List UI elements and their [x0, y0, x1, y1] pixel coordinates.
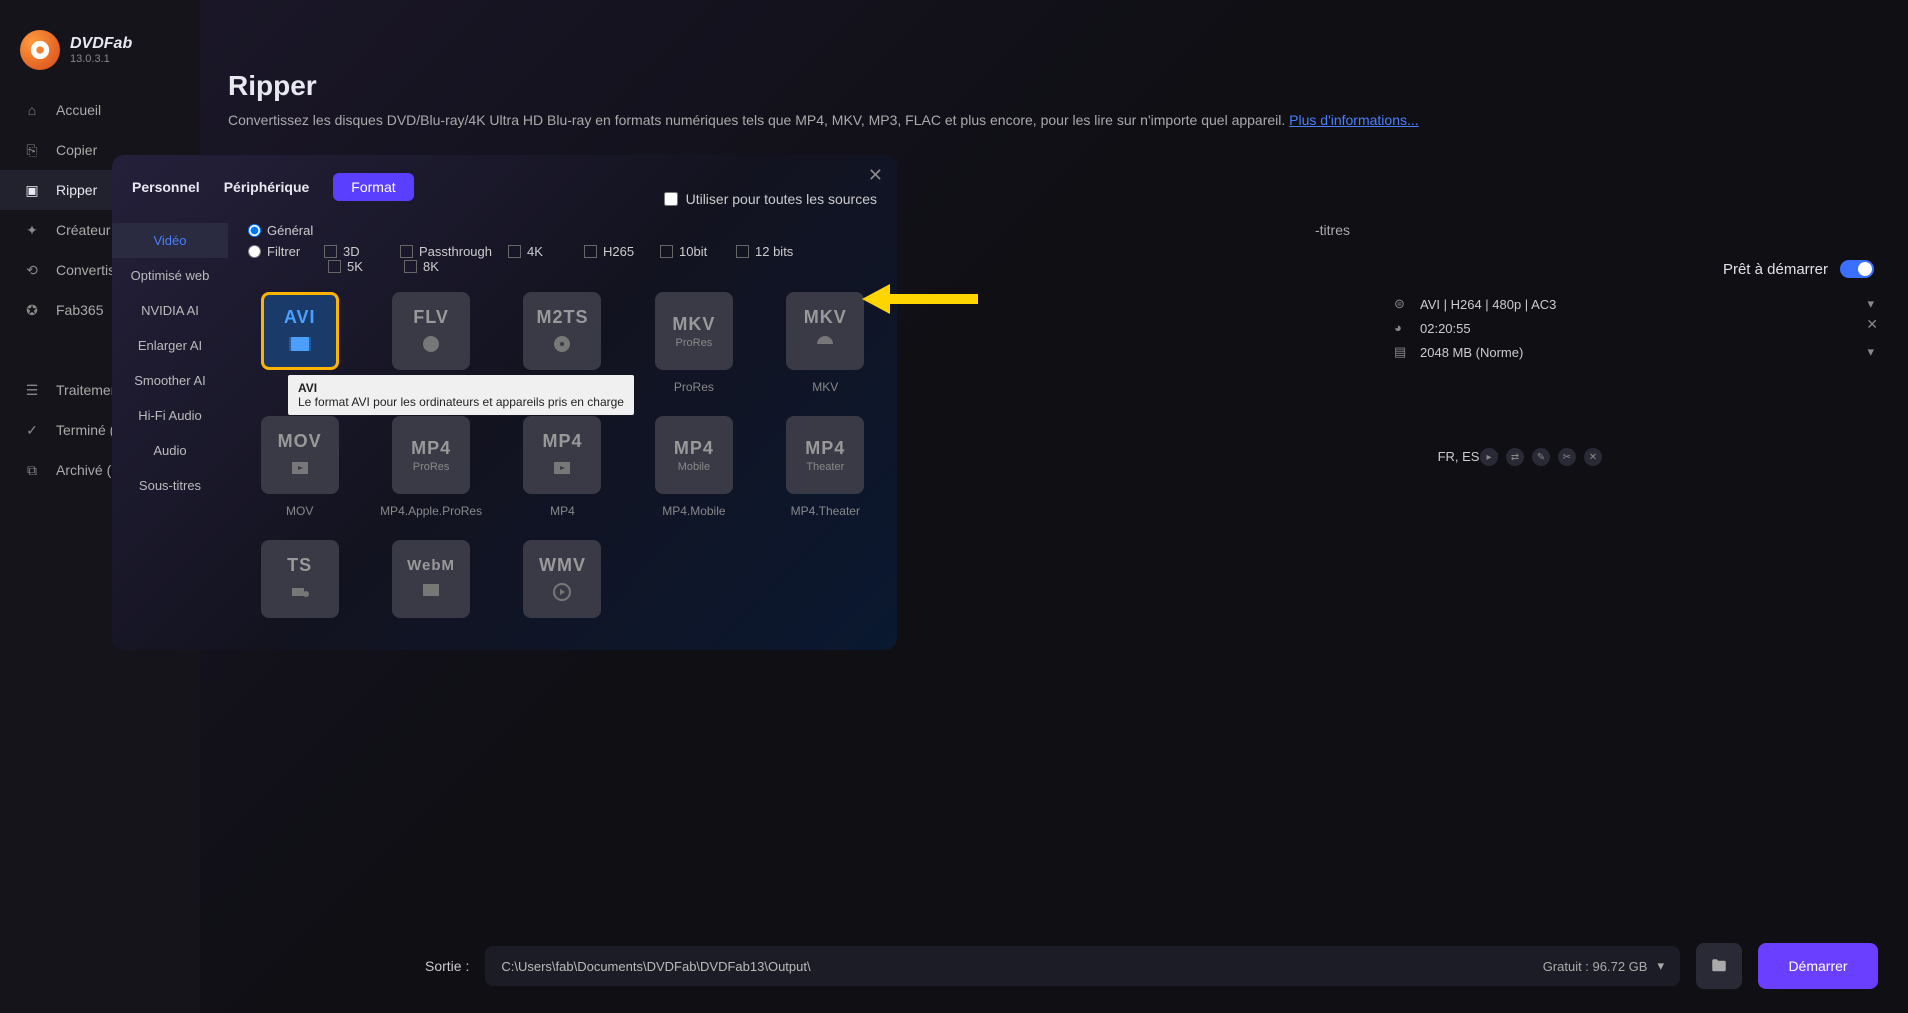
mkv-icon	[809, 332, 841, 356]
output-path-field[interactable]: C:\Users\fab\Documents\DVDFab\DVDFab13\O…	[485, 946, 1680, 986]
category-video[interactable]: Vidéo	[112, 223, 228, 258]
duration-row: ◕ 02:20:55	[1394, 320, 1874, 336]
chevron-down-icon[interactable]: ▾	[1867, 344, 1874, 360]
codec-icon: ⊜	[1394, 296, 1410, 312]
disk-icon: ▤	[1394, 344, 1410, 360]
radio-filter[interactable]: Filtrer	[248, 244, 308, 259]
category-list: Vidéo Optimisé web NVIDIA AI Enlarger AI…	[112, 215, 228, 650]
film-icon	[415, 578, 447, 602]
category-web[interactable]: Optimisé web	[112, 258, 228, 293]
clock-icon: ◕	[1394, 320, 1410, 336]
format-popup: ✕ Personnel Périphérique Format Utiliser…	[112, 155, 897, 650]
filter-passthrough[interactable]: Passthrough	[400, 244, 492, 259]
task-info-panel: Prêt à démarrer ⊜ AVI | H264 | 480p | AC…	[1394, 260, 1874, 368]
format-ts[interactable]: TS	[248, 540, 351, 618]
ripper-icon: ▣	[24, 182, 40, 198]
cut-icon[interactable]: ✂	[1558, 448, 1576, 466]
play-circle-icon	[546, 580, 578, 604]
logo: DVDFab 13.0.3.1	[0, 20, 200, 90]
start-button[interactable]: Démarrer	[1758, 943, 1878, 989]
use-all-sources-checkbox[interactable]: Utiliser pour toutes les sources	[664, 191, 877, 207]
format-grid: AVI FLV FLV M2TS M2TS MKVProRes ProRes M…	[248, 292, 877, 618]
action-icons: ▸ ⇄ ✎ ✂ ✕	[1480, 448, 1602, 466]
folder-icon	[1710, 957, 1728, 975]
play-icon[interactable]: ▸	[1480, 448, 1498, 466]
creator-icon: ✦	[24, 222, 40, 238]
flash-icon	[415, 332, 447, 356]
category-hifi-audio[interactable]: Hi-Fi Audio	[112, 398, 228, 433]
more-info-link[interactable]: Plus d'informations...	[1289, 112, 1419, 128]
filter-8k[interactable]: 8K	[404, 259, 464, 274]
ready-toggle[interactable]	[1840, 260, 1874, 278]
film-icon	[284, 332, 316, 356]
free-space: Gratuit : 96.72 GB	[1543, 959, 1648, 974]
filter-3d[interactable]: 3D	[324, 244, 384, 259]
filter-4k[interactable]: 4K	[508, 244, 568, 259]
clear-icon[interactable]: ✕	[1584, 448, 1602, 466]
filter-12bits[interactable]: 12 bits	[736, 244, 796, 259]
format-wmv[interactable]: WMV	[511, 540, 614, 618]
popup-close-icon[interactable]: ✕	[868, 165, 883, 186]
archive-icon: ⧉	[24, 462, 40, 478]
page-description: Convertissez les disques DVD/Blu-ray/4K …	[228, 112, 1419, 128]
film-play-icon	[284, 456, 316, 480]
filter-h265[interactable]: H265	[584, 244, 644, 259]
format-mp4-mobile[interactable]: MP4Mobile MP4.Mobile	[642, 416, 745, 518]
filter-5k[interactable]: 5K	[328, 259, 388, 274]
filter-10bit[interactable]: 10bit	[660, 244, 720, 259]
copy-icon: ⎘	[24, 142, 40, 158]
chevron-down-icon[interactable]: ▾	[1867, 296, 1874, 312]
tab-format[interactable]: Format	[333, 173, 413, 201]
codec-row[interactable]: ⊜ AVI | H264 | 480p | AC3 ▾	[1394, 296, 1874, 312]
ready-label: Prêt à démarrer	[1723, 261, 1828, 278]
format-area: Général Filtrer 3D Passthrough 4K H265 1…	[228, 215, 897, 650]
format-mkv-prores[interactable]: MKVProRes ProRes	[642, 292, 745, 394]
done-icon: ✓	[24, 422, 40, 438]
radio-general[interactable]: Général	[248, 223, 313, 238]
app-logo-icon	[20, 30, 60, 70]
film-play-icon	[546, 456, 578, 480]
convert-icon: ⟲	[24, 262, 40, 278]
camera-icon	[284, 580, 316, 604]
app-version: 13.0.3.1	[70, 53, 132, 65]
format-webm[interactable]: WebM	[379, 540, 482, 618]
format-mp4-theater[interactable]: MP4Theater MP4.Theater	[774, 416, 877, 518]
tab-personal[interactable]: Personnel	[132, 179, 200, 195]
category-subtitles[interactable]: Sous-titres	[112, 468, 228, 503]
sidebar-item-home[interactable]: ⌂Accueil	[0, 90, 200, 130]
app-name: DVDFab	[70, 35, 132, 53]
format-mp4-prores[interactable]: MP4ProRes MP4.Apple.ProRes	[379, 416, 482, 518]
subtitles-text-fragment: -titres	[1315, 222, 1350, 238]
tab-device[interactable]: Périphérique	[224, 179, 310, 195]
swap-icon[interactable]: ⇄	[1506, 448, 1524, 466]
browse-folder-button[interactable]	[1696, 943, 1742, 989]
format-mov[interactable]: MOV MOV	[248, 416, 351, 518]
format-tooltip: AVI Le format AVI pour les ordinateurs e…	[288, 375, 634, 415]
category-audio[interactable]: Audio	[112, 433, 228, 468]
edit-icon[interactable]: ✎	[1532, 448, 1550, 466]
category-nvidia-ai[interactable]: NVIDIA AI	[112, 293, 228, 328]
chevron-down-icon[interactable]: ▾	[1657, 958, 1664, 974]
home-icon: ⌂	[24, 102, 40, 118]
size-row[interactable]: ▤ 2048 MB (Norme) ▾	[1394, 344, 1874, 360]
arrow-annotation-icon	[860, 280, 980, 318]
reel-icon	[546, 332, 578, 356]
format-mp4[interactable]: MP4 MP4	[511, 416, 614, 518]
processing-icon: ☰	[24, 382, 40, 398]
category-enlarger-ai[interactable]: Enlarger AI	[112, 328, 228, 363]
page-title: Ripper	[228, 70, 317, 102]
bottom-bar: Sortie : C:\Users\fab\Documents\DVDFab\D…	[425, 943, 1878, 989]
fab365-icon: ✪	[24, 302, 40, 318]
remove-task-icon[interactable]: ✕	[1866, 316, 1878, 333]
category-smoother-ai[interactable]: Smoother AI	[112, 363, 228, 398]
output-label: Sortie :	[425, 958, 469, 974]
